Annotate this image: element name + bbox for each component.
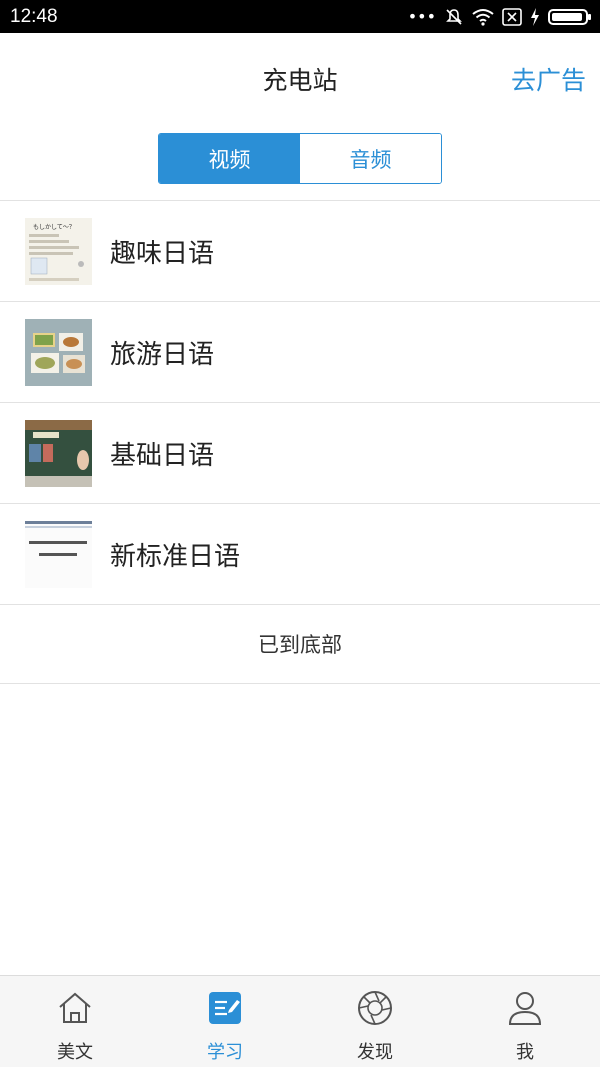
profile-icon bbox=[508, 992, 542, 1025]
nav-label: 美文 bbox=[57, 1042, 93, 1063]
list-item-label: 旅游日语 bbox=[110, 339, 215, 370]
home-icon bbox=[59, 992, 91, 1023]
nav-item-articles[interactable]: 美文 bbox=[0, 976, 150, 1067]
thumbnail-caption: もしかして～？ bbox=[33, 224, 75, 231]
nav-item-me[interactable]: 我 bbox=[450, 976, 600, 1067]
tab-video[interactable]: 视频 bbox=[159, 134, 300, 183]
discover-icon bbox=[358, 991, 392, 1025]
course-list: もしかして～？ 趣味日语 旅游日语 基础日语 新标准日语 已到底部 bbox=[0, 200, 600, 684]
remove-ads-button[interactable]: 去广告 bbox=[511, 61, 586, 97]
list-item-label: 趣味日语 bbox=[110, 238, 215, 269]
status-bar: 12:48 ••• bbox=[0, 0, 600, 33]
status-time: 12:48 bbox=[10, 5, 58, 27]
nav-item-discover[interactable]: 发现 bbox=[300, 976, 450, 1067]
study-icon bbox=[209, 992, 241, 1024]
sim-x-icon bbox=[502, 7, 522, 26]
list-item[interactable]: もしかして～？ 趣味日语 bbox=[0, 200, 600, 301]
header: 充电站 去广告 bbox=[0, 33, 600, 121]
list-item-label: 基础日语 bbox=[110, 440, 215, 471]
course-thumbnail bbox=[25, 520, 92, 588]
list-item[interactable]: 旅游日语 bbox=[0, 301, 600, 402]
nav-label: 我 bbox=[516, 1042, 534, 1063]
tab-audio[interactable]: 音频 bbox=[300, 134, 441, 183]
course-thumbnail: もしかして～？ bbox=[25, 217, 92, 285]
nav-label: 学习 bbox=[207, 1042, 243, 1063]
wifi-icon bbox=[472, 8, 494, 26]
mute-icon bbox=[446, 8, 462, 25]
battery-icon bbox=[548, 8, 591, 25]
end-of-list-label: 已到底部 bbox=[0, 604, 600, 684]
more-dots-icon: ••• bbox=[407, 7, 436, 26]
course-thumbnail bbox=[25, 318, 92, 386]
course-thumbnail bbox=[25, 419, 92, 487]
list-item-label: 新标准日语 bbox=[110, 541, 241, 572]
media-tabs: 视频 音频 bbox=[158, 133, 442, 184]
list-item[interactable]: 基础日语 bbox=[0, 402, 600, 503]
nav-item-study[interactable]: 学习 bbox=[150, 976, 300, 1067]
charging-bolt-icon bbox=[531, 7, 539, 26]
nav-label: 发现 bbox=[357, 1042, 393, 1063]
list-item[interactable]: 新标准日语 bbox=[0, 503, 600, 604]
bottom-nav: 美文 学习 发现 我 bbox=[0, 975, 600, 1067]
status-icons: ••• bbox=[407, 7, 591, 27]
